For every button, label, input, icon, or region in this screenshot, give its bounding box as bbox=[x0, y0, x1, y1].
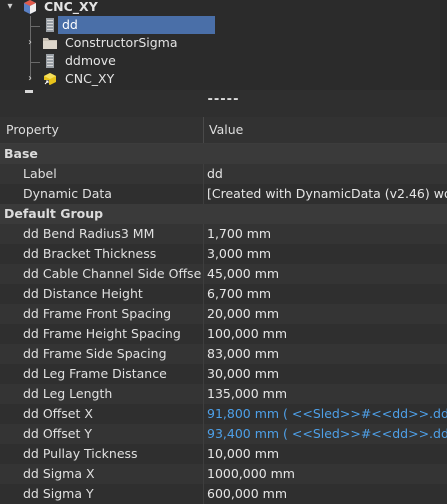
table-row[interactable]: dd Frame Front Spacing 20,000 mm bbox=[0, 304, 447, 324]
property-value[interactable]: [Created with DynamicData (v2.46) wor bbox=[207, 184, 447, 204]
column-divider bbox=[203, 224, 204, 244]
column-divider bbox=[203, 464, 204, 484]
property-value[interactable]: dd bbox=[207, 164, 447, 184]
column-divider bbox=[203, 184, 204, 204]
property-name: dd Frame Side Spacing bbox=[23, 346, 167, 361]
column-header-property[interactable]: Property bbox=[6, 117, 59, 143]
group-label: Default Group bbox=[4, 206, 104, 221]
table-row[interactable]: dd Frame Height Spacing 100,000 mm bbox=[0, 324, 447, 344]
column-header-value[interactable]: Value bbox=[209, 117, 243, 143]
property-name: dd Cable Channel Side Offset bbox=[23, 266, 201, 281]
property-value-expression[interactable]: 93,400 mm ( <<Sled>>#<<dd>>.ddF bbox=[207, 424, 447, 444]
table-row[interactable]: dd Sigma Y 600,000 mm bbox=[0, 484, 447, 504]
property-value[interactable]: 600,000 mm bbox=[207, 484, 447, 504]
tree-item-label: dd bbox=[58, 16, 215, 34]
table-row[interactable]: dd Sigma X 1000,000 mm bbox=[0, 464, 447, 484]
property-name: dd Leg Frame Distance bbox=[23, 366, 167, 381]
table-row[interactable]: dd Distance Height 6,700 mm bbox=[0, 284, 447, 304]
table-row[interactable]: dd Frame Side Spacing 83,000 mm bbox=[0, 344, 447, 364]
tree-item-constructorsigma[interactable]: › ConstructorSigma bbox=[0, 34, 447, 52]
property-name: dd Bend Radius3 MM bbox=[23, 226, 155, 241]
column-divider[interactable] bbox=[203, 117, 204, 143]
column-divider bbox=[203, 164, 204, 184]
property-name: dd Offset Y bbox=[23, 426, 93, 441]
property-value[interactable]: 1000,000 mm bbox=[207, 464, 447, 484]
table-row[interactable]: dd Bracket Thickness 3,000 mm bbox=[0, 244, 447, 264]
spreadsheet-icon bbox=[46, 54, 54, 68]
table-row[interactable]: dd Bend Radius3 MM 1,700 mm bbox=[0, 224, 447, 244]
property-value[interactable]: 83,000 mm bbox=[207, 344, 447, 364]
model-tree: ▾ CNC_XY dd › ConstructorSigma ddmove › … bbox=[0, 0, 447, 90]
column-divider bbox=[203, 484, 204, 504]
property-name: dd Bracket Thickness bbox=[23, 246, 157, 261]
tree-item-dd[interactable]: dd bbox=[0, 16, 447, 34]
tree-item-label: ConstructorSigma bbox=[65, 35, 178, 50]
column-divider bbox=[203, 384, 204, 404]
property-value[interactable]: 1,700 mm bbox=[207, 224, 447, 244]
tree-item-label: ddmove bbox=[65, 53, 116, 68]
column-divider bbox=[203, 424, 204, 444]
column-divider bbox=[203, 404, 204, 424]
property-name: dd Pullay Tickness bbox=[23, 446, 138, 461]
chevron-right-icon[interactable]: › bbox=[24, 35, 36, 51]
property-value[interactable]: 100,000 mm bbox=[207, 324, 447, 344]
property-name: dd Offset X bbox=[23, 406, 93, 421]
table-row[interactable]: dd Leg Length 135,000 mm bbox=[0, 384, 447, 404]
chevron-right-icon[interactable]: › bbox=[24, 71, 36, 87]
table-row[interactable]: dd Pullay Tickness 10,000 mm bbox=[0, 444, 447, 464]
tree-item-label: CNC_XY bbox=[65, 71, 115, 86]
table-row[interactable]: Dynamic Data [Created with DynamicData (… bbox=[0, 184, 447, 204]
part-icon bbox=[24, 0, 36, 14]
property-value[interactable]: 3,000 mm bbox=[207, 244, 447, 264]
table-row[interactable]: dd Leg Frame Distance 30,000 mm bbox=[0, 364, 447, 384]
tree-item-ddmove[interactable]: ddmove bbox=[0, 52, 447, 70]
table-header: Property Value bbox=[0, 117, 447, 144]
property-value-expression[interactable]: 91,800 mm ( <<Sled>>#<<dd>>.ddO bbox=[207, 404, 447, 424]
tree-item-label: CNC_XY bbox=[44, 0, 98, 14]
property-name: dd Sigma Y bbox=[23, 486, 94, 501]
property-value[interactable]: 30,000 mm bbox=[207, 364, 447, 384]
property-name: dd Frame Height Spacing bbox=[23, 326, 181, 341]
property-name: dd Frame Front Spacing bbox=[23, 306, 172, 321]
property-name: dd Sigma X bbox=[23, 466, 95, 481]
column-divider bbox=[203, 444, 204, 464]
panel-splitter[interactable]: ----- bbox=[0, 90, 447, 117]
folder-icon bbox=[43, 38, 57, 49]
property-name: Label bbox=[23, 166, 57, 181]
column-divider bbox=[203, 324, 204, 344]
spreadsheet-icon bbox=[46, 18, 54, 32]
group-label: Base bbox=[4, 146, 38, 161]
part-yellow-icon bbox=[44, 73, 56, 85]
table-row[interactable]: dd Offset Y 93,400 mm ( <<Sled>>#<<dd>>.… bbox=[0, 424, 447, 444]
column-divider bbox=[203, 364, 204, 384]
column-divider bbox=[203, 284, 204, 304]
group-row-base[interactable]: Base bbox=[0, 144, 447, 164]
column-divider bbox=[203, 244, 204, 264]
property-value[interactable]: 10,000 mm bbox=[207, 444, 447, 464]
table-row[interactable]: dd Cable Channel Side Offset 45,000 mm bbox=[0, 264, 447, 284]
property-value[interactable]: 45,000 mm bbox=[207, 264, 447, 284]
property-value[interactable]: 20,000 mm bbox=[207, 304, 447, 324]
table-row[interactable]: dd Offset X 91,800 mm ( <<Sled>>#<<dd>>.… bbox=[0, 404, 447, 424]
property-view: Property Value Base Label dd Dynamic Dat… bbox=[0, 117, 447, 504]
splitter-grip[interactable]: ----- bbox=[0, 92, 447, 107]
column-divider bbox=[203, 264, 204, 284]
column-divider bbox=[203, 344, 204, 364]
property-value[interactable]: 135,000 mm bbox=[207, 384, 447, 404]
tree-item-cnc-xy-link[interactable]: › CNC_XY bbox=[0, 70, 447, 88]
chevron-down-icon[interactable]: ▾ bbox=[4, 0, 16, 15]
group-row-default-group[interactable]: Default Group bbox=[0, 204, 447, 224]
table-row[interactable]: Label dd bbox=[0, 164, 447, 184]
tree-item-root[interactable]: ▾ CNC_XY bbox=[0, 0, 447, 16]
property-name: Dynamic Data bbox=[23, 186, 112, 201]
column-divider bbox=[203, 304, 204, 324]
property-value[interactable]: 6,700 mm bbox=[207, 284, 447, 304]
property-name: dd Leg Length bbox=[23, 386, 113, 401]
property-name: dd Distance Height bbox=[23, 286, 143, 301]
